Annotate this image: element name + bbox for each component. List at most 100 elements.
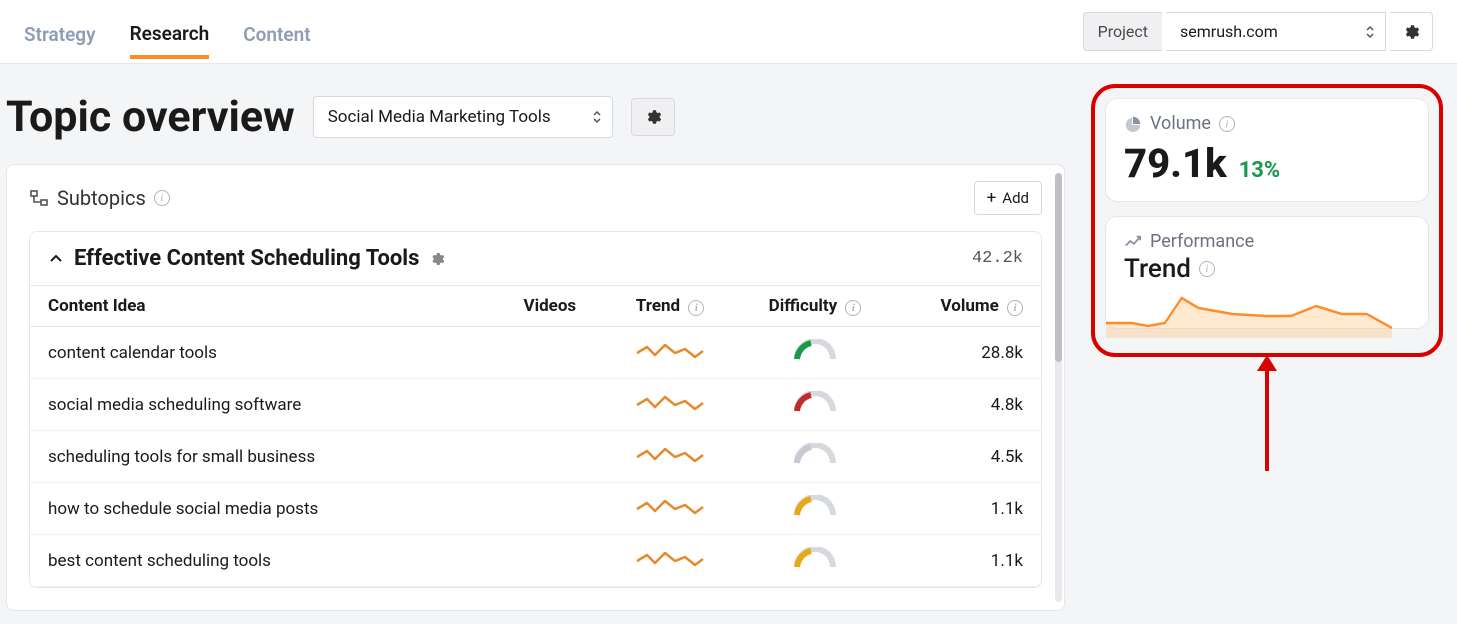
arrow-up-icon bbox=[1253, 353, 1281, 473]
idea-cell: scheduling tools for small business bbox=[30, 431, 495, 483]
col-difficulty-label: Difficulty bbox=[769, 296, 838, 316]
subtopics-panel: Subtopics i + Add Effective Content Sche… bbox=[6, 164, 1065, 611]
scrollbar-thumb[interactable] bbox=[1055, 173, 1062, 362]
sparkline-icon bbox=[635, 547, 705, 569]
add-label: Add bbox=[1002, 189, 1029, 207]
plus-icon: + bbox=[987, 190, 997, 207]
table-row[interactable]: how to schedule social media posts 1.1k bbox=[30, 483, 1041, 535]
side-column: Volume i 79.1k 13% Performance Trend i bbox=[1091, 78, 1451, 357]
sparkline-icon bbox=[635, 391, 705, 413]
volume-cell: 28.8k bbox=[895, 327, 1041, 379]
project-label: Project bbox=[1083, 12, 1162, 51]
gauge-icon bbox=[793, 391, 837, 413]
trend-cell bbox=[605, 483, 736, 535]
topic-value: Social Media Marketing Tools bbox=[328, 107, 551, 127]
trend-sparkline bbox=[1106, 288, 1392, 338]
nav-tabs: Strategy Research Content bbox=[24, 0, 311, 63]
project-settings-button[interactable] bbox=[1390, 12, 1433, 51]
sparkline-icon bbox=[635, 339, 705, 361]
info-icon[interactable]: i bbox=[1199, 261, 1215, 277]
gauge-icon bbox=[793, 495, 837, 517]
col-difficulty[interactable]: Difficulty i bbox=[736, 286, 895, 327]
volume-cell: 1.1k bbox=[895, 483, 1041, 535]
gear-icon bbox=[644, 108, 662, 126]
scrollbar[interactable] bbox=[1055, 173, 1062, 602]
content-area: Topic overview Social Media Marketing To… bbox=[0, 64, 1457, 624]
volume-cell: 4.5k bbox=[895, 431, 1041, 483]
trend-cell bbox=[605, 327, 736, 379]
col-content-idea[interactable]: Content Idea bbox=[30, 286, 495, 327]
gear-icon bbox=[1402, 23, 1420, 41]
main-column: Topic overview Social Media Marketing To… bbox=[6, 78, 1065, 611]
col-trend-label: Trend bbox=[636, 296, 680, 316]
info-icon[interactable]: i bbox=[688, 300, 704, 316]
trend-cell bbox=[605, 379, 736, 431]
trend-up-icon bbox=[1124, 233, 1142, 251]
sort-caret-icon bbox=[592, 110, 602, 124]
volume-pct: 13% bbox=[1239, 158, 1281, 183]
trend-cell bbox=[605, 535, 736, 587]
gauge-icon bbox=[793, 339, 837, 361]
performance-card: Performance Trend i bbox=[1105, 216, 1429, 329]
idea-cell: content calendar tools bbox=[30, 327, 495, 379]
volume-card: Volume i 79.1k 13% bbox=[1105, 98, 1429, 202]
group-title: Effective Content Scheduling Tools bbox=[74, 246, 419, 271]
volume-cell: 1.1k bbox=[895, 535, 1041, 587]
table-row[interactable]: content calendar tools 28.8k bbox=[30, 327, 1041, 379]
difficulty-cell bbox=[736, 535, 895, 587]
gauge-icon bbox=[793, 547, 837, 569]
table-row[interactable]: best content scheduling tools 1.1k bbox=[30, 535, 1041, 587]
difficulty-cell bbox=[736, 327, 895, 379]
page-title: Topic overview bbox=[6, 92, 295, 142]
col-volume-label: Volume bbox=[941, 296, 999, 316]
info-icon[interactable]: i bbox=[1007, 300, 1023, 316]
volume-value: 79.1k bbox=[1124, 140, 1227, 187]
project-value: semrush.com bbox=[1180, 22, 1278, 41]
info-icon[interactable]: i bbox=[154, 190, 170, 206]
topic-select[interactable]: Social Media Marketing Tools bbox=[313, 96, 613, 138]
tab-content[interactable]: Content bbox=[243, 5, 310, 59]
project-select[interactable]: semrush.com bbox=[1166, 12, 1386, 51]
info-icon[interactable]: i bbox=[845, 300, 861, 316]
col-videos[interactable]: Videos bbox=[495, 286, 605, 327]
volume-cell: 4.8k bbox=[895, 379, 1041, 431]
volume-label: Volume bbox=[1150, 113, 1211, 134]
idea-cell: best content scheduling tools bbox=[30, 535, 495, 587]
sparkline-icon bbox=[635, 443, 705, 465]
subtopics-panel-header: Subtopics i + Add bbox=[7, 165, 1064, 231]
table-row[interactable]: social media scheduling software 4.8k bbox=[30, 379, 1041, 431]
page-header: Topic overview Social Media Marketing To… bbox=[6, 78, 1065, 164]
tab-research[interactable]: Research bbox=[130, 4, 210, 59]
col-volume[interactable]: Volume i bbox=[895, 286, 1041, 327]
project-selector-group: Project semrush.com bbox=[1083, 12, 1433, 51]
tab-strategy[interactable]: Strategy bbox=[24, 5, 96, 59]
sort-caret-icon bbox=[1365, 25, 1375, 39]
ideas-table: Content Idea Videos Trend i Difficulty i bbox=[30, 286, 1041, 587]
highlight-callout: Volume i 79.1k 13% Performance Trend i bbox=[1091, 84, 1443, 357]
chevron-up-icon bbox=[48, 251, 64, 267]
topic-settings-button[interactable] bbox=[631, 98, 675, 136]
group-volume: 42.2k bbox=[972, 249, 1023, 268]
difficulty-cell bbox=[736, 483, 895, 535]
videos-cell bbox=[495, 327, 605, 379]
pie-icon bbox=[1124, 115, 1142, 133]
sparkline-icon bbox=[635, 495, 705, 517]
idea-cell: social media scheduling software bbox=[30, 379, 495, 431]
trend-cell bbox=[605, 431, 736, 483]
col-trend[interactable]: Trend i bbox=[605, 286, 736, 327]
videos-cell bbox=[495, 535, 605, 587]
info-icon[interactable]: i bbox=[1219, 116, 1235, 132]
table-row[interactable]: scheduling tools for small business 4.5k bbox=[30, 431, 1041, 483]
group-header[interactable]: Effective Content Scheduling Tools 42.2k bbox=[30, 232, 1041, 286]
videos-cell bbox=[495, 483, 605, 535]
gauge-icon bbox=[793, 443, 837, 465]
gear-icon[interactable] bbox=[429, 251, 445, 267]
add-subtopic-button[interactable]: + Add bbox=[974, 181, 1042, 215]
trend-label: Trend bbox=[1124, 254, 1191, 284]
idea-cell: how to schedule social media posts bbox=[30, 483, 495, 535]
difficulty-cell bbox=[736, 379, 895, 431]
subtopics-label: Subtopics i bbox=[29, 186, 170, 210]
videos-cell bbox=[495, 379, 605, 431]
videos-cell bbox=[495, 431, 605, 483]
ideas-table-wrap: Effective Content Scheduling Tools 42.2k… bbox=[29, 231, 1042, 588]
